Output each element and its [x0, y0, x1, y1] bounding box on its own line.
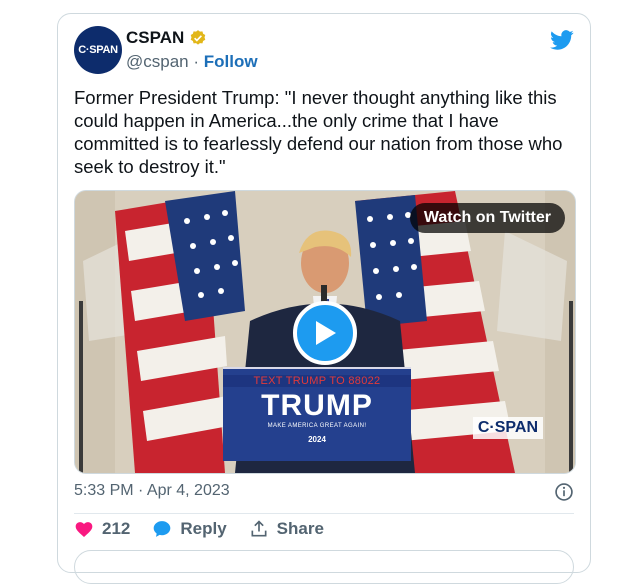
account-name[interactable]: CSPAN	[126, 28, 184, 48]
share-icon	[251, 520, 267, 537]
podium-title: TRUMP	[261, 389, 373, 422]
share-button[interactable]: Share	[249, 519, 324, 539]
avatar-text: C·SPAN	[78, 44, 118, 56]
tweet-timestamp[interactable]: 5:33 PM · Apr 4, 2023	[74, 482, 230, 500]
tweet-card: C·SPAN CSPAN @cspan · Follow Former Pres…	[57, 13, 591, 584]
like-button[interactable]: 212	[74, 519, 130, 539]
handle-row: @cspan · Follow	[126, 52, 258, 72]
like-count: 212	[102, 519, 131, 538]
verified-badge-icon	[190, 30, 206, 45]
reply-bubble-icon	[154, 521, 171, 537]
twitter-bird-icon[interactable]	[550, 28, 574, 52]
reply-label: Reply	[180, 519, 227, 538]
read-replies-button[interactable]	[74, 550, 574, 584]
cspan-watermark: C·SPAN	[472, 417, 543, 439]
podium-year: 2024	[308, 435, 326, 444]
podium-slogan: MAKE AMERICA GREAT AGAIN!	[267, 423, 367, 429]
tweet-text: Former President Trump: "I never thought…	[74, 87, 563, 177]
avatar[interactable]: C·SPAN	[74, 26, 122, 74]
follow-button[interactable]: Follow	[204, 52, 258, 71]
video-media[interactable]: Watch on Twitter TEXT TRUMP TO 88022 TRU…	[74, 190, 576, 474]
separator: ·	[193, 52, 200, 71]
name-row: CSPAN	[126, 28, 207, 48]
action-bar: 212 Reply Share	[74, 519, 346, 539]
heart-icon	[75, 522, 93, 537]
divider	[74, 513, 574, 514]
account-handle[interactable]: @cspan	[126, 52, 189, 71]
info-icon[interactable]	[554, 482, 574, 502]
podium-text-line: TEXT TRUMP TO 88022	[223, 375, 411, 387]
play-icon	[316, 321, 336, 345]
podium-sign: TEXT TRUMP TO 88022 TRUMP MAKE AMERICA G…	[223, 367, 411, 461]
watch-on-twitter-button[interactable]: Watch on Twitter	[409, 203, 565, 233]
play-button[interactable]	[293, 301, 357, 365]
reply-button[interactable]: Reply	[152, 519, 227, 539]
share-label: Share	[276, 519, 324, 538]
